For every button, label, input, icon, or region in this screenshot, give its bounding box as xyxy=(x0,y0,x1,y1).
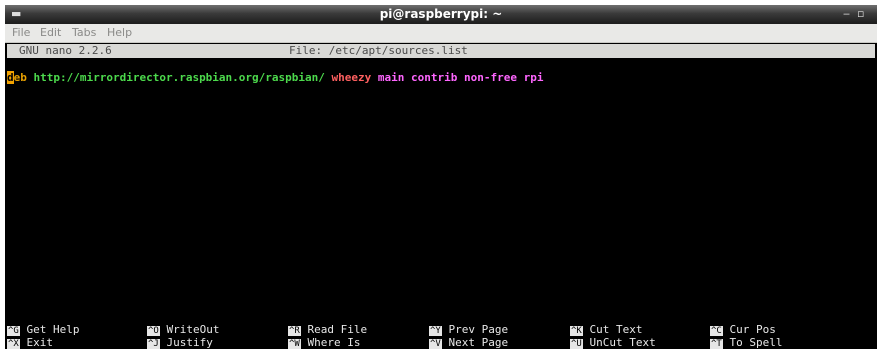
nano-version: GNU nano 2.2.6 xyxy=(19,44,112,57)
editor-text-area[interactable]: deb http://mirrordirector.raspbian.org/r… xyxy=(7,70,875,86)
repo-url: http://mirrordirector.raspbian.org/raspb… xyxy=(33,71,325,84)
distribution: wheezy xyxy=(331,71,372,84)
nano-file-name: File: /etc/apt/sources.list xyxy=(289,44,468,57)
deb-keyword: eb xyxy=(13,71,27,84)
text-cursor: d xyxy=(7,71,14,84)
menu-help[interactable]: Help xyxy=(107,26,132,39)
menu-file[interactable]: File xyxy=(12,26,30,39)
window-title: pi@raspberrypi: ~ xyxy=(379,7,503,21)
menu-edit[interactable]: Edit xyxy=(40,26,61,39)
terminal-window: ▬ pi@raspberrypi: ~ ‒ ▫ File Edit Tabs H… xyxy=(5,5,877,349)
minimize-icon[interactable]: ‒ xyxy=(843,7,850,20)
components: main contrib non-free rpi xyxy=(377,71,544,84)
menu-tabs[interactable]: Tabs xyxy=(72,26,96,39)
nano-header-bar: GNU nano 2.2.6 File: /etc/apt/sources.li… xyxy=(7,44,875,58)
title-bar[interactable]: ▬ pi@raspberrypi: ~ ‒ ▫ xyxy=(5,5,877,24)
menu-bar: File Edit Tabs Help xyxy=(5,24,877,43)
maximize-icon[interactable]: ▫ xyxy=(857,7,864,20)
shortcut-bar: ^G Get Help ^X Exit ^O WriteOut ^J Justi… xyxy=(5,323,877,349)
